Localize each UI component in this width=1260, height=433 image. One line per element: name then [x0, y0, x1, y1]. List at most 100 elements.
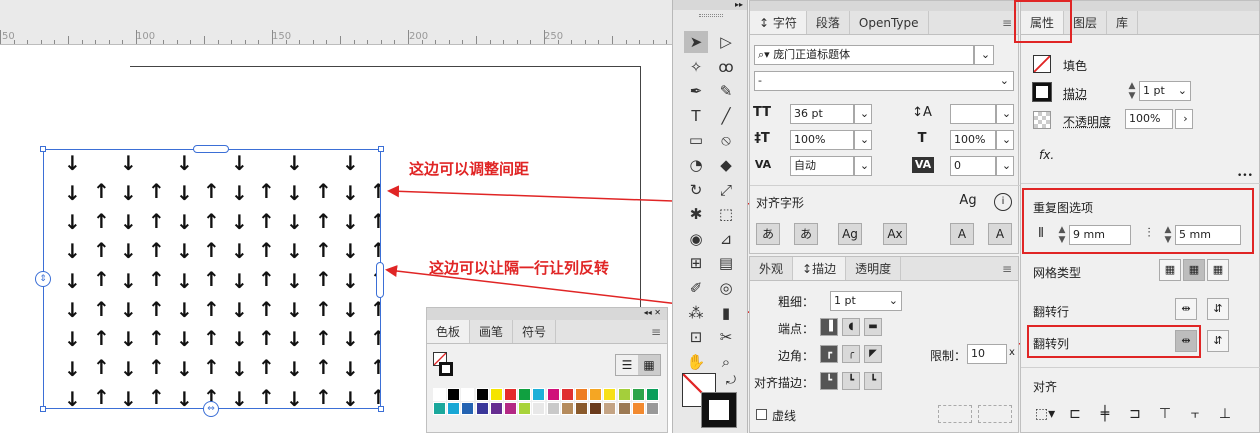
color-swatch[interactable]	[433, 402, 446, 415]
leading-field[interactable]	[950, 104, 996, 124]
font-style-field[interactable]: - ⌄	[754, 71, 1014, 91]
align-stroke-center-button[interactable]: ┗	[820, 372, 838, 390]
tab-stroke[interactable]: ↕描边	[793, 257, 847, 280]
color-swatch[interactable]	[475, 402, 489, 415]
color-swatch[interactable]	[603, 388, 617, 401]
color-swatch[interactable]	[532, 388, 546, 401]
color-swatch[interactable]	[518, 388, 532, 401]
align-stroke-inside-button[interactable]: ┗	[842, 372, 860, 390]
selection-handle[interactable]	[378, 146, 384, 152]
shape-builder-tool-icon[interactable]: ◉	[684, 228, 708, 250]
font-family-field[interactable]: ⌕▾ 庞门正道标题体	[754, 45, 974, 65]
magic-wand-tool-icon[interactable]: ✧	[684, 56, 708, 78]
pen-tool-icon[interactable]: ✒	[684, 80, 708, 102]
stroke-swatch-icon[interactable]	[701, 392, 737, 428]
kerning-dropdown[interactable]: ⌄	[854, 156, 872, 176]
opacity-field[interactable]: 100%	[1125, 109, 1173, 129]
fill-none-icon[interactable]	[1033, 55, 1051, 73]
color-swatch[interactable]	[575, 402, 588, 415]
grid-view-icon[interactable]: ▦	[638, 355, 660, 375]
direct-selection-tool-icon[interactable]: ▷	[714, 31, 738, 53]
tab-brushes[interactable]: 画笔	[470, 320, 514, 343]
align-bottom-icon[interactable]: ⊥	[1213, 406, 1237, 422]
color-swatch[interactable]	[489, 402, 503, 415]
artboard-tool-icon[interactable]: ⊡	[684, 326, 708, 348]
shaper-tool-icon[interactable]: ◔	[684, 154, 708, 176]
color-swatch[interactable]	[575, 388, 588, 401]
vertical-scale-field[interactable]: 100%	[790, 130, 854, 150]
color-swatch[interactable]	[461, 402, 475, 415]
eraser-tool-icon[interactable]: ◆	[714, 154, 738, 176]
color-swatch[interactable]	[589, 402, 603, 415]
swap-fill-stroke-icon[interactable]: ⤾	[726, 373, 736, 388]
color-swatch[interactable]	[589, 388, 603, 401]
color-swatch[interactable]	[532, 402, 546, 415]
font-size-field[interactable]: 36 pt	[790, 104, 854, 124]
glyph-button-anchor[interactable]: A	[988, 223, 1012, 245]
panel-menu-icon[interactable]: ≡	[556, 320, 667, 343]
color-swatch[interactable]	[447, 402, 461, 415]
color-swatch[interactable]	[433, 388, 446, 401]
tab-libraries[interactable]: 库	[1107, 11, 1139, 34]
stroke-stepper[interactable]: ▲ ▼	[1125, 81, 1139, 101]
stroke-label[interactable]: 描边	[1063, 85, 1087, 102]
align-right-icon[interactable]: ⊐	[1123, 406, 1147, 422]
type-tool-icon[interactable]: T	[684, 105, 708, 127]
align-stroke-outside-button[interactable]: ┗	[864, 372, 882, 390]
opacity-label[interactable]: 不透明度	[1063, 113, 1111, 130]
line-tool-icon[interactable]: ╱	[714, 105, 738, 127]
view-toggle[interactable]: ☰ ▦	[615, 354, 661, 376]
grid-type-brick-column-button[interactable]: ▦	[1207, 259, 1229, 281]
width-tool-icon[interactable]: ✱	[684, 203, 708, 225]
panel-menu-icon[interactable]: ≡	[901, 257, 1018, 280]
tab-appearance[interactable]: 外观	[750, 257, 794, 280]
color-swatch[interactable]	[489, 388, 503, 401]
tab-swatches[interactable]: 色板	[427, 320, 471, 343]
miter-limit-field[interactable]: 10	[967, 344, 1007, 364]
dash-align-button[interactable]	[938, 405, 972, 423]
miter-join-button[interactable]: ┏	[820, 345, 838, 363]
tracking-field[interactable]: 0	[950, 156, 996, 176]
align-h-center-icon[interactable]: ╪	[1093, 406, 1117, 422]
left-flip-handle[interactable]: ⇕	[35, 271, 51, 287]
color-swatch[interactable]	[447, 388, 461, 401]
color-swatch[interactable]	[603, 402, 617, 415]
selection-handle[interactable]	[378, 406, 384, 412]
tab-character[interactable]: ↕ 字符	[750, 11, 807, 34]
selection-handle[interactable]	[40, 146, 46, 152]
stroke-swatch-icon[interactable]	[1032, 82, 1052, 102]
horizontal-spacing-handle[interactable]	[193, 145, 229, 153]
flip-column-vertical-button[interactable]: ⇵	[1207, 330, 1229, 352]
selection-handle[interactable]	[40, 406, 46, 412]
glyph-button-glyph-bounds[interactable]: Ag	[838, 223, 862, 245]
color-swatch[interactable]	[475, 388, 489, 401]
horizontal-scale-dropdown[interactable]: ⌄	[996, 130, 1014, 150]
blend-tool-icon[interactable]: ◎	[714, 277, 738, 299]
gradient-tool-icon[interactable]: ▤	[714, 252, 738, 274]
align-v-center-icon[interactable]: ⫟	[1183, 406, 1207, 422]
round-cap-button[interactable]: ◖	[842, 318, 860, 336]
panel-menu-icon[interactable]: ≡	[929, 11, 1018, 34]
lasso-tool-icon[interactable]: ꝏ	[714, 56, 738, 78]
color-swatch[interactable]	[617, 402, 631, 415]
rectangle-tool-icon[interactable]: ▭	[684, 129, 708, 151]
align-left-icon[interactable]: ⊏	[1063, 406, 1087, 422]
scale-tool-icon[interactable]: ⤢	[714, 179, 738, 201]
toolbox-grip[interactable]	[699, 14, 723, 17]
horizontal-scale-field[interactable]: 100%	[950, 130, 996, 150]
dashed-line-checkbox[interactable]	[756, 409, 767, 420]
glyph-snap-icon[interactable]: Ag	[958, 193, 978, 209]
stroke-weight-field[interactable]: 1 pt ⌄	[830, 291, 902, 311]
glyph-button-angular[interactable]: A	[950, 223, 974, 245]
toolbox-collapse-bar[interactable]: ▸▸	[673, 0, 747, 10]
opacity-expand-button[interactable]: ›	[1175, 109, 1193, 129]
grid-type-grid-button[interactable]: ▦	[1159, 259, 1181, 281]
zoom-tool-icon[interactable]: ⌕	[714, 351, 738, 373]
vertical-scale-dropdown[interactable]: ⌄	[854, 130, 872, 150]
fill-stroke-indicator[interactable]: ⤾	[682, 373, 738, 429]
color-swatch[interactable]	[631, 402, 645, 415]
color-swatch[interactable]	[631, 388, 645, 401]
symbol-sprayer-tool-icon[interactable]: ⁂	[684, 302, 708, 324]
color-swatch[interactable]	[560, 388, 574, 401]
hand-tool-icon[interactable]: ✋	[684, 351, 708, 373]
